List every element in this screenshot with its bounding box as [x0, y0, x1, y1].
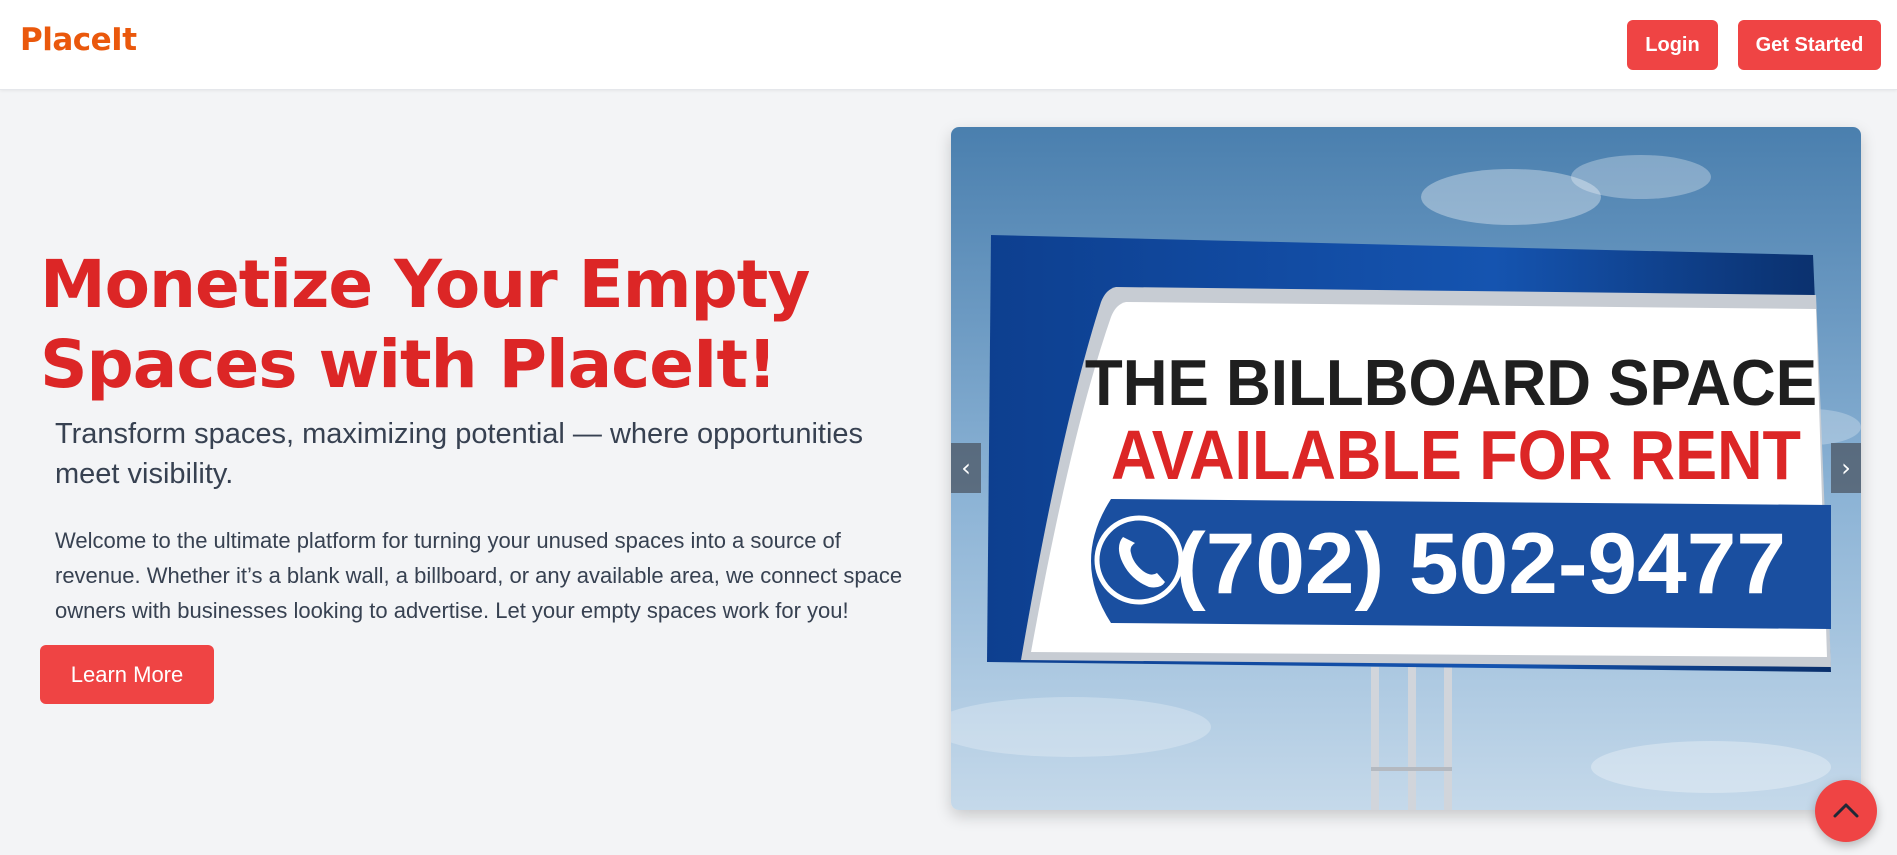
billboard-line-1: THE BILLBOARD SPACE — [1085, 347, 1817, 420]
top-navbar: PlaceIt Login Get Started — [0, 0, 1897, 90]
image-carousel: THE BILLBOARD SPACE AVAILABLE FOR RENT (… — [951, 127, 1861, 810]
billboard-line-2: AVAILABLE FOR RENT — [1111, 416, 1801, 494]
billboard-pole-brace — [1371, 767, 1452, 771]
billboard-pole — [1444, 667, 1452, 810]
login-button[interactable]: Login — [1627, 20, 1718, 70]
learn-more-button[interactable]: Learn More — [40, 645, 214, 704]
billboard-pole — [1371, 667, 1379, 810]
carousel-prev-button[interactable]: ‹ — [951, 443, 981, 493]
chevron-left-icon: ‹ — [961, 454, 971, 482]
billboard-slide-image: THE BILLBOARD SPACE AVAILABLE FOR RENT (… — [951, 127, 1861, 810]
cloud-shape — [1571, 155, 1711, 199]
cloud-shape — [1591, 741, 1831, 793]
scroll-to-top-button[interactable] — [1815, 780, 1877, 842]
hero-subtitle: Transform spaces, maximizing potential —… — [55, 418, 864, 490]
billboard-phone: (702) 502-9477 — [1176, 516, 1786, 612]
hero-description: Welcome to the ultimate platform for tur… — [55, 528, 903, 623]
chevron-up-icon — [1833, 803, 1859, 818]
billboard-pole — [1408, 667, 1416, 810]
brand-logo[interactable]: PlaceIt — [20, 22, 137, 58]
chevron-right-icon: › — [1841, 454, 1851, 482]
get-started-button[interactable]: Get Started — [1738, 20, 1881, 70]
carousel-next-button[interactable]: › — [1831, 443, 1861, 493]
hero-title: Monetize Your Empty Spaces with PlaceIt! — [40, 246, 810, 403]
